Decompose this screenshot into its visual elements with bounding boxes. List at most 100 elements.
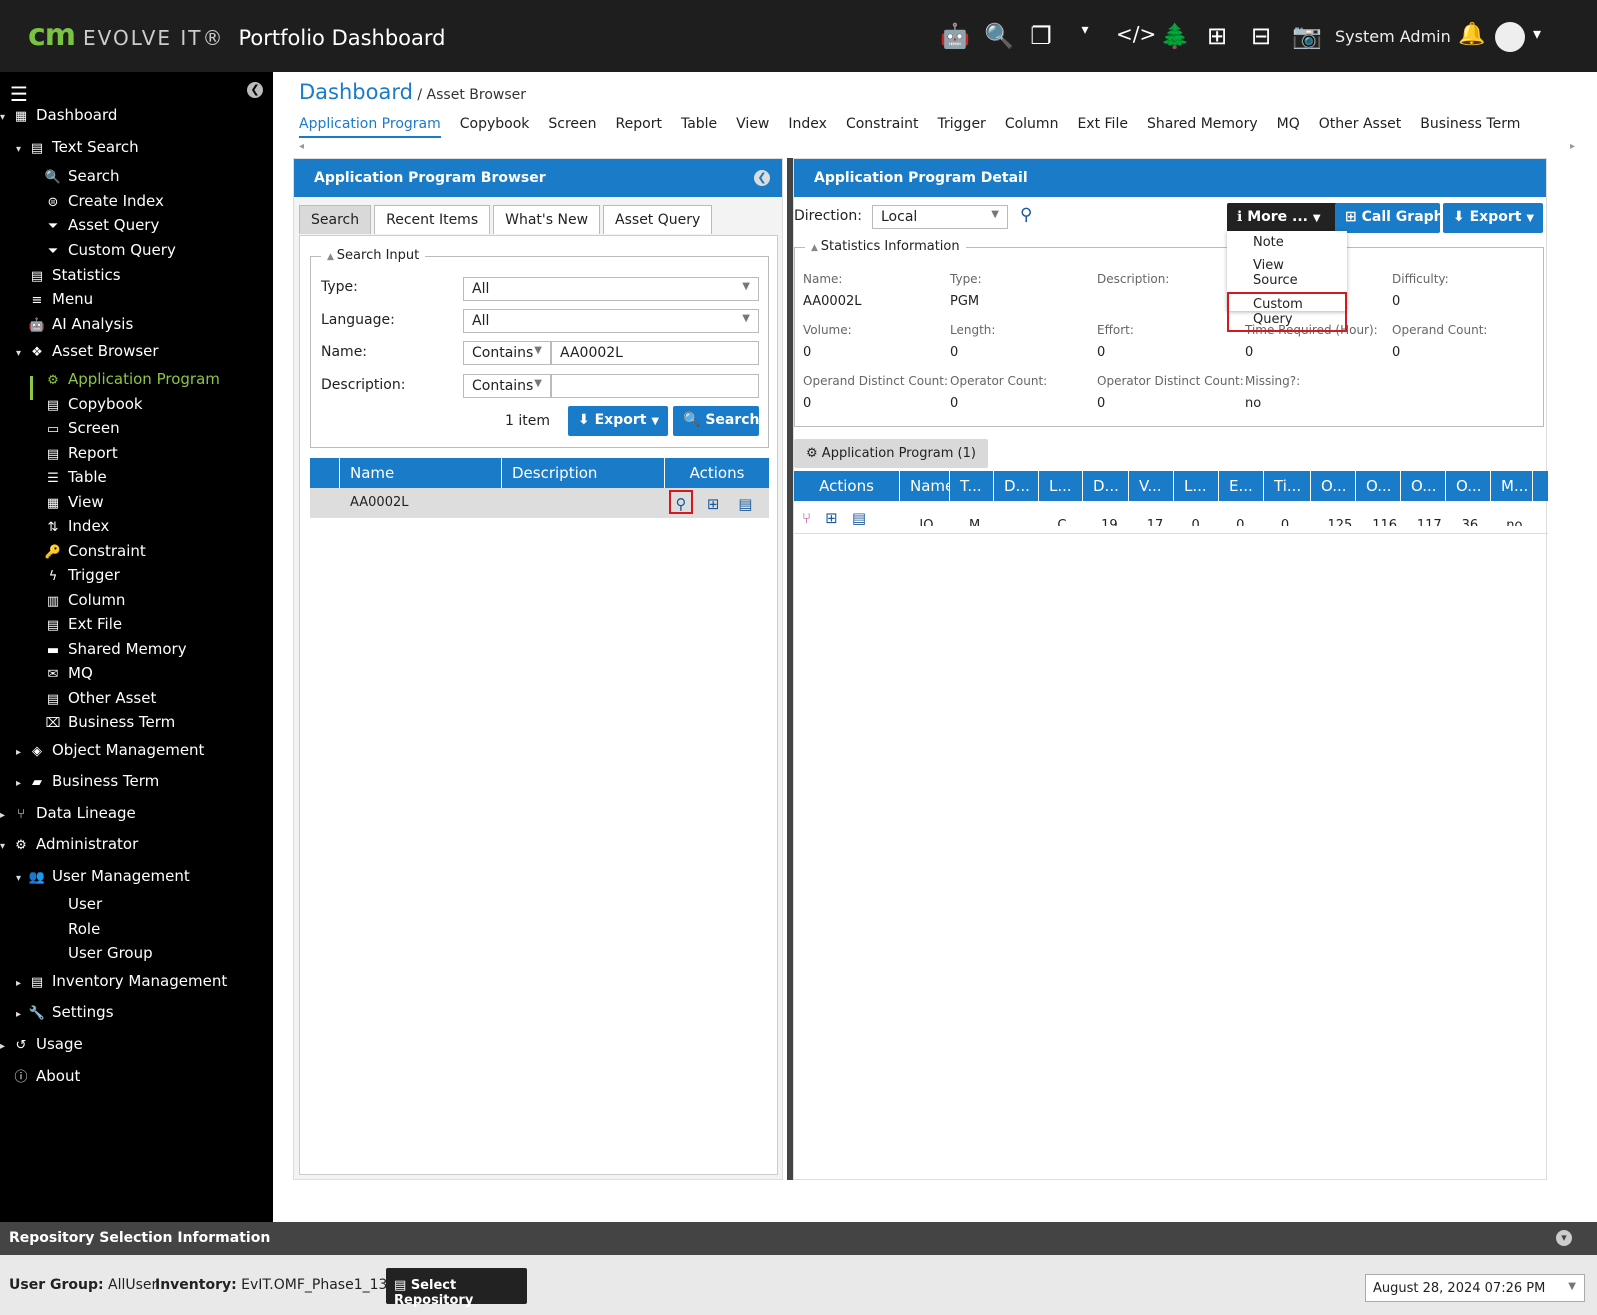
hamburger-icon[interactable]: ☰	[10, 82, 28, 106]
ap-col-4[interactable]: L...	[1039, 471, 1083, 501]
direction-select[interactable]: Local ▼	[872, 205, 1008, 229]
sitemap-icon[interactable]: ⊞	[701, 492, 725, 516]
sidebar-item-search[interactable]: 🔍 Search	[32, 167, 120, 185]
sidebar-item-screen[interactable]: ▭ Screen	[32, 419, 120, 437]
user-name[interactable]: System Admin	[1335, 27, 1451, 46]
sidebar-item-constraint[interactable]: 🔑 Constraint	[32, 542, 146, 560]
name-operator-select[interactable]: Contains ▼	[463, 341, 551, 365]
tree-icon[interactable]: 🌲	[1160, 22, 1190, 50]
sidebar-item-user-management[interactable]: ▾ 👥 User Management	[16, 867, 190, 885]
sidebar-item-usage[interactable]: ▸ ↺ Usage	[0, 1035, 83, 1053]
ap-col-8[interactable]: E...	[1219, 471, 1264, 501]
chevron-down-icon[interactable]: ▾	[1072, 22, 1098, 50]
ap-col-9[interactable]: Ti...	[1264, 471, 1311, 501]
sidebar-item-ext-file[interactable]: ▤ Ext File	[32, 615, 122, 633]
collapse-panel-icon[interactable]: ❮	[754, 170, 770, 186]
ap-col-12[interactable]: O...	[1401, 471, 1446, 501]
sidebar-item-data-lineage[interactable]: ▸ ⑂ Data Lineage	[0, 804, 136, 822]
search-button[interactable]: 🔍 Search	[673, 406, 760, 436]
more-button[interactable]: ℹ More ... ▼	[1227, 203, 1345, 233]
subtab-what-s-new[interactable]: What's New	[493, 205, 601, 234]
ap-col-1[interactable]: Name	[900, 471, 950, 501]
sidebar-item-create-index[interactable]: ⊜ Create Index	[32, 192, 164, 210]
tab-shared-memory[interactable]: Shared Memory	[1147, 116, 1258, 138]
sidebar-item-text-search[interactable]: ▾ ▤ Text Search	[16, 138, 139, 156]
description-input[interactable]	[551, 374, 759, 398]
sidebar-item-business-term[interactable]: ▸ ▰ Business Term	[16, 772, 159, 790]
sidebar-item-copybook[interactable]: ▤ Copybook	[32, 395, 143, 413]
table-row[interactable]: AA0002L ⚲ ⊞ ▤	[310, 488, 769, 518]
tab-scroll[interactable]: ◂ ▸	[299, 141, 1575, 155]
menu-item-view-source[interactable]: View Source	[1227, 254, 1347, 292]
tab-index[interactable]: Index	[788, 116, 827, 138]
menu-item-custom-query[interactable]: Custom Query	[1227, 292, 1347, 332]
ap-col-3[interactable]: D...	[994, 471, 1039, 501]
tab-copybook[interactable]: Copybook	[460, 116, 530, 138]
code-icon[interactable]: </>	[1116, 22, 1156, 50]
lineage-icon[interactable]: ⑂	[802, 509, 811, 527]
subtab-search[interactable]: Search	[299, 205, 372, 234]
tab-mq[interactable]: MQ	[1277, 116, 1300, 138]
sidebar-item-business-term[interactable]: ⌧ Business Term	[32, 713, 176, 731]
ap-col-2[interactable]: T...	[950, 471, 994, 501]
ap-col-5[interactable]: D...	[1083, 471, 1129, 501]
tab-column[interactable]: Column	[1005, 116, 1059, 138]
user-tree-icon[interactable]: ⚲	[1020, 205, 1032, 225]
sidebar-item-column[interactable]: ▥ Column	[32, 591, 126, 609]
type-select[interactable]: All ▼	[463, 277, 759, 301]
tab-report[interactable]: Report	[616, 116, 662, 138]
source-file-icon[interactable]: ▤	[852, 509, 866, 527]
ap-col-10[interactable]: O...	[1311, 471, 1356, 501]
select-repository-button[interactable]: ▤ Select Repository	[386, 1268, 527, 1308]
sidebar-item-asset-browser[interactable]: ▾ ❖ Asset Browser	[16, 342, 159, 360]
detail-export-button[interactable]: ⬇ Export ▼	[1443, 203, 1543, 233]
col-name[interactable]: Name	[340, 458, 502, 488]
ap-col-14[interactable]: M...	[1491, 471, 1533, 501]
tab-business-term[interactable]: Business Term	[1420, 116, 1520, 138]
sidebar-item-settings[interactable]: ▸ 🔧 Settings	[16, 1003, 114, 1021]
ap-col-7[interactable]: L...	[1174, 471, 1219, 501]
sidebar-item-trigger[interactable]: ϟ Trigger	[32, 566, 120, 584]
camera-icon[interactable]: 📷	[1292, 22, 1322, 50]
sitemap-icon[interactable]: ⊞	[825, 509, 838, 527]
ap-col-11[interactable]: O...	[1356, 471, 1401, 501]
window-icon[interactable]: ❐	[1028, 22, 1054, 50]
search-icon[interactable]: 🔍	[984, 22, 1014, 50]
subtab-asset-query[interactable]: Asset Query	[603, 205, 713, 234]
sidebar-item-object-management[interactable]: ▸ ◈ Object Management	[16, 741, 204, 759]
menu-item-note[interactable]: Note	[1227, 231, 1347, 254]
tab-view[interactable]: View	[736, 116, 769, 138]
sidebar-item-report[interactable]: ▤ Report	[32, 444, 118, 462]
tab-constraint[interactable]: Constraint	[846, 116, 919, 138]
chevron-down-icon[interactable]: ▾	[1556, 1230, 1572, 1246]
sidebar-item-other-asset[interactable]: ▤ Other Asset	[32, 689, 157, 707]
language-select[interactable]: All ▼	[463, 309, 759, 333]
tab-other-asset[interactable]: Other Asset	[1319, 116, 1401, 138]
collapse-sidebar-icon[interactable]: ❮	[247, 82, 263, 98]
sidebar-item-user-group[interactable]: User Group	[32, 944, 153, 962]
name-input[interactable]: AA0002L	[551, 341, 759, 365]
bell-icon[interactable]: 🔔	[1458, 22, 1485, 47]
source-file-icon[interactable]: ▤	[733, 492, 757, 516]
ap-col-13[interactable]: O...	[1446, 471, 1491, 501]
tab-table[interactable]: Table	[681, 116, 717, 138]
sidebar-item-role[interactable]: Role	[32, 920, 100, 938]
application-program-tab[interactable]: ⚙ Application Program (1)	[794, 439, 988, 468]
sidebar-item-mq[interactable]: ✉ MQ	[32, 664, 93, 682]
tab-screen[interactable]: Screen	[548, 116, 596, 138]
call-graph-button[interactable]: ⊞ Call Graph	[1335, 203, 1444, 233]
collapse-triangle-icon[interactable]: ▲	[811, 243, 821, 253]
sidebar-item-asset-query[interactable]: ⏷ Asset Query	[32, 216, 160, 234]
breadcrumb-dashboard[interactable]: Dashboard	[299, 80, 413, 104]
sidebar-item-inventory-management[interactable]: ▸ ▤ Inventory Management	[16, 972, 227, 990]
tab-ext-file[interactable]: Ext File	[1077, 116, 1128, 138]
sidebar-item-user[interactable]: User	[32, 895, 102, 913]
sidebar-item-statistics[interactable]: ▤ Statistics	[16, 266, 121, 284]
collapse-triangle-icon[interactable]: ▲	[327, 252, 337, 262]
export-button[interactable]: ⬇ Export ▼	[568, 406, 668, 436]
sidebar-item-custom-query[interactable]: ⏷ Custom Query	[32, 241, 176, 259]
sidebar-item-dashboard[interactable]: ▾ ▦ Dashboard	[0, 106, 117, 124]
sidebar-item-table[interactable]: ☰ Table	[32, 468, 107, 486]
sidebar-item-ai-analysis[interactable]: 🤖 AI Analysis	[16, 315, 133, 333]
col-description[interactable]: Description	[502, 458, 665, 488]
